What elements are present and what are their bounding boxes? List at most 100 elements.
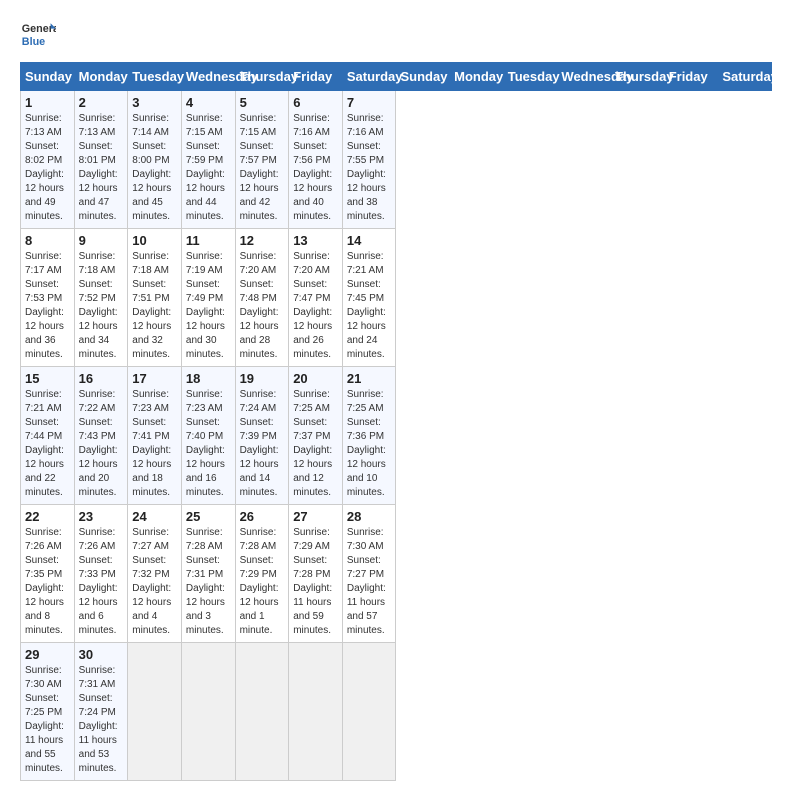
day-number: 4	[186, 95, 231, 110]
day-detail: Sunrise: 7:24 AM Sunset: 7:39 PM Dayligh…	[240, 388, 285, 500]
day-number: 19	[240, 371, 285, 386]
calendar-cell: 9 Sunrise: 7:18 AM Sunset: 7:52 PM Daylig…	[74, 229, 128, 367]
day-detail: Sunrise: 7:23 AM Sunset: 7:41 PM Dayligh…	[132, 388, 177, 500]
day-detail: Sunrise: 7:21 AM Sunset: 7:45 PM Dayligh…	[347, 250, 392, 362]
day-detail: Sunrise: 7:22 AM Sunset: 7:43 PM Dayligh…	[79, 388, 124, 500]
calendar-cell: 16 Sunrise: 7:22 AM Sunset: 7:43 PM Dayli…	[74, 367, 128, 505]
day-detail: Sunrise: 7:19 AM Sunset: 7:49 PM Dayligh…	[186, 250, 231, 362]
calendar-cell: 6 Sunrise: 7:16 AM Sunset: 7:56 PM Daylig…	[289, 91, 343, 229]
day-number: 9	[79, 233, 124, 248]
logo: General Blue	[20, 16, 56, 52]
day-number: 21	[347, 371, 392, 386]
day-detail: Sunrise: 7:14 AM Sunset: 8:00 PM Dayligh…	[132, 112, 177, 224]
calendar-cell: 3 Sunrise: 7:14 AM Sunset: 8:00 PM Daylig…	[128, 91, 182, 229]
header-sunday: Sunday	[21, 63, 75, 91]
header-day-wednesday: Wednesday	[557, 63, 611, 91]
day-number: 8	[25, 233, 70, 248]
day-detail: Sunrise: 7:27 AM Sunset: 7:32 PM Dayligh…	[132, 526, 177, 638]
svg-text:Blue: Blue	[22, 36, 45, 48]
day-detail: Sunrise: 7:18 AM Sunset: 7:52 PM Dayligh…	[79, 250, 124, 362]
day-number: 27	[293, 509, 338, 524]
day-number: 16	[79, 371, 124, 386]
header-day-friday: Friday	[664, 63, 718, 91]
header-day-saturday: Saturday	[718, 63, 772, 91]
calendar-cell: 7 Sunrise: 7:16 AM Sunset: 7:55 PM Daylig…	[342, 91, 396, 229]
day-detail: Sunrise: 7:13 AM Sunset: 8:01 PM Dayligh…	[79, 112, 124, 224]
day-detail: Sunrise: 7:26 AM Sunset: 7:35 PM Dayligh…	[25, 526, 70, 638]
day-detail: Sunrise: 7:17 AM Sunset: 7:53 PM Dayligh…	[25, 250, 70, 362]
header-day-thursday: Thursday	[611, 63, 665, 91]
calendar-table: SundayMondayTuesdayWednesdayThursdayFrid…	[20, 62, 772, 781]
calendar-week-2: 8 Sunrise: 7:17 AM Sunset: 7:53 PM Daylig…	[21, 229, 772, 367]
calendar-cell: 27 Sunrise: 7:29 AM Sunset: 7:28 PM Dayli…	[289, 505, 343, 643]
day-number: 12	[240, 233, 285, 248]
calendar-cell: 30 Sunrise: 7:31 AM Sunset: 7:24 PM Dayli…	[74, 643, 128, 781]
header-friday: Friday	[289, 63, 343, 91]
calendar-cell: 15 Sunrise: 7:21 AM Sunset: 7:44 PM Dayli…	[21, 367, 75, 505]
day-detail: Sunrise: 7:20 AM Sunset: 7:47 PM Dayligh…	[293, 250, 338, 362]
day-number: 30	[79, 647, 124, 662]
header-wednesday: Wednesday	[181, 63, 235, 91]
day-detail: Sunrise: 7:20 AM Sunset: 7:48 PM Dayligh…	[240, 250, 285, 362]
calendar-cell	[128, 643, 182, 781]
day-detail: Sunrise: 7:31 AM Sunset: 7:24 PM Dayligh…	[79, 664, 124, 776]
day-detail: Sunrise: 7:13 AM Sunset: 8:02 PM Dayligh…	[25, 112, 70, 224]
calendar-cell: 12 Sunrise: 7:20 AM Sunset: 7:48 PM Dayli…	[235, 229, 289, 367]
calendar-cell: 21Sunrise: 7:25 AM Sunset: 7:36 PM Dayli…	[342, 367, 396, 505]
calendar-cell	[289, 643, 343, 781]
calendar-cell: 29Sunrise: 7:30 AM Sunset: 7:25 PM Dayli…	[21, 643, 75, 781]
day-detail: Sunrise: 7:26 AM Sunset: 7:33 PM Dayligh…	[79, 526, 124, 638]
header-day-monday: Monday	[450, 63, 504, 91]
calendar-week-4: 22 Sunrise: 7:26 AM Sunset: 7:35 PM Dayli…	[21, 505, 772, 643]
day-number: 25	[186, 509, 231, 524]
day-number: 7	[347, 95, 392, 110]
calendar-cell: 28Sunrise: 7:30 AM Sunset: 7:27 PM Dayli…	[342, 505, 396, 643]
header-saturday: Saturday	[342, 63, 396, 91]
calendar-cell: 17Sunrise: 7:23 AM Sunset: 7:41 PM Dayli…	[128, 367, 182, 505]
day-detail: Sunrise: 7:30 AM Sunset: 7:27 PM Dayligh…	[347, 526, 392, 638]
calendar-cell: 8 Sunrise: 7:17 AM Sunset: 7:53 PM Daylig…	[21, 229, 75, 367]
day-detail: Sunrise: 7:15 AM Sunset: 7:57 PM Dayligh…	[240, 112, 285, 224]
calendar-cell	[235, 643, 289, 781]
day-number: 3	[132, 95, 177, 110]
header-day-tuesday: Tuesday	[503, 63, 557, 91]
calendar-cell: 5 Sunrise: 7:15 AM Sunset: 7:57 PM Daylig…	[235, 91, 289, 229]
day-number: 15	[25, 371, 70, 386]
calendar-cell: 25 Sunrise: 7:28 AM Sunset: 7:31 PM Dayli…	[181, 505, 235, 643]
day-detail: Sunrise: 7:28 AM Sunset: 7:31 PM Dayligh…	[186, 526, 231, 638]
calendar-cell: 26Sunrise: 7:28 AM Sunset: 7:29 PM Dayli…	[235, 505, 289, 643]
calendar-cell: 18Sunrise: 7:23 AM Sunset: 7:40 PM Dayli…	[181, 367, 235, 505]
calendar-cell	[181, 643, 235, 781]
calendar-cell: 22 Sunrise: 7:26 AM Sunset: 7:35 PM Dayli…	[21, 505, 75, 643]
day-detail: Sunrise: 7:29 AM Sunset: 7:28 PM Dayligh…	[293, 526, 338, 638]
day-number: 2	[79, 95, 124, 110]
day-number: 5	[240, 95, 285, 110]
calendar-cell: 11Sunrise: 7:19 AM Sunset: 7:49 PM Dayli…	[181, 229, 235, 367]
day-detail: Sunrise: 7:16 AM Sunset: 7:55 PM Dayligh…	[347, 112, 392, 224]
day-detail: Sunrise: 7:25 AM Sunset: 7:37 PM Dayligh…	[293, 388, 338, 500]
day-detail: Sunrise: 7:16 AM Sunset: 7:56 PM Dayligh…	[293, 112, 338, 224]
calendar-cell: 4 Sunrise: 7:15 AM Sunset: 7:59 PM Daylig…	[181, 91, 235, 229]
day-number: 24	[132, 509, 177, 524]
day-number: 1	[25, 95, 70, 110]
calendar-cell: 19 Sunrise: 7:24 AM Sunset: 7:39 PM Dayli…	[235, 367, 289, 505]
day-detail: Sunrise: 7:23 AM Sunset: 7:40 PM Dayligh…	[186, 388, 231, 500]
day-detail: Sunrise: 7:21 AM Sunset: 7:44 PM Dayligh…	[25, 388, 70, 500]
calendar-cell	[342, 643, 396, 781]
logo-icon: General Blue	[20, 16, 56, 52]
calendar-cell: 10Sunrise: 7:18 AM Sunset: 7:51 PM Dayli…	[128, 229, 182, 367]
calendar-cell: 14 Sunrise: 7:21 AM Sunset: 7:45 PM Dayli…	[342, 229, 396, 367]
day-number: 20	[293, 371, 338, 386]
day-number: 14	[347, 233, 392, 248]
calendar-cell: 1 Sunrise: 7:13 AM Sunset: 8:02 PM Daylig…	[21, 91, 75, 229]
day-detail: Sunrise: 7:15 AM Sunset: 7:59 PM Dayligh…	[186, 112, 231, 224]
calendar-cell: 20 Sunrise: 7:25 AM Sunset: 7:37 PM Dayli…	[289, 367, 343, 505]
header-monday: Monday	[74, 63, 128, 91]
day-number: 6	[293, 95, 338, 110]
header-tuesday: Tuesday	[128, 63, 182, 91]
calendar-cell: 13Sunrise: 7:20 AM Sunset: 7:47 PM Dayli…	[289, 229, 343, 367]
page-header: General Blue	[20, 16, 772, 52]
calendar-cell: 24 Sunrise: 7:27 AM Sunset: 7:32 PM Dayli…	[128, 505, 182, 643]
day-number: 22	[25, 509, 70, 524]
day-detail: Sunrise: 7:18 AM Sunset: 7:51 PM Dayligh…	[132, 250, 177, 362]
